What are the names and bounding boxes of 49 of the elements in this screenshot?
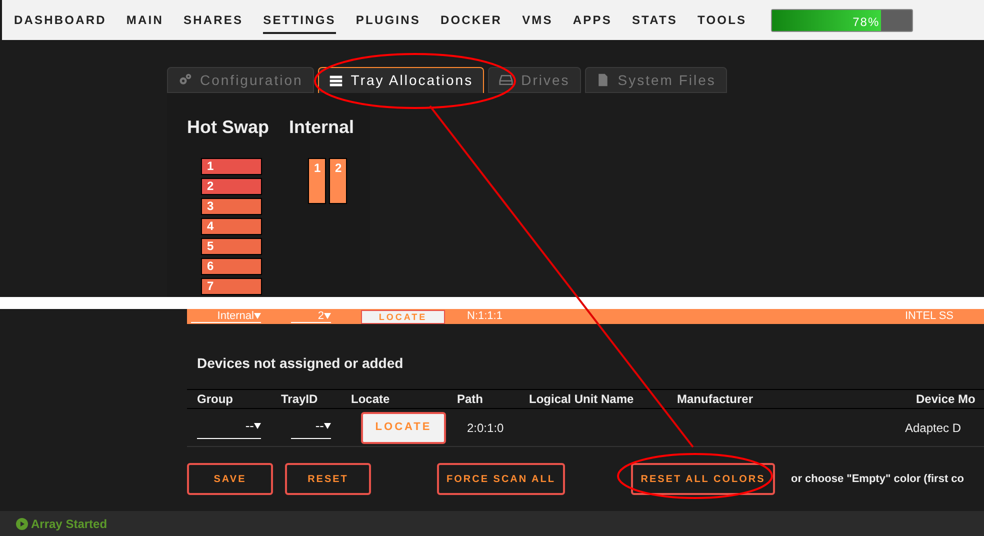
hint-text: or choose "Empty" color (first co bbox=[791, 472, 964, 487]
action-button[interactable]: SAVE bbox=[187, 463, 273, 495]
caret-icon bbox=[324, 313, 331, 319]
nav-link[interactable]: SHARES bbox=[183, 6, 244, 34]
select-value: -- bbox=[315, 417, 324, 436]
column-header: Manufacturer bbox=[677, 391, 754, 408]
column-header: Locate bbox=[351, 391, 391, 408]
nav-link[interactable]: STATS bbox=[632, 6, 678, 34]
column-header: TrayID bbox=[281, 391, 319, 408]
nav-link[interactable]: DOCKER bbox=[440, 6, 502, 34]
tray-select[interactable]: -- bbox=[291, 416, 331, 439]
action-button[interactable]: FORCE SCAN ALL bbox=[437, 463, 565, 495]
tray-title: Hot Swap bbox=[187, 116, 270, 138]
file-icon bbox=[596, 73, 610, 87]
action-button[interactable]: RESET bbox=[285, 463, 371, 495]
status-text: Array Started bbox=[31, 516, 108, 532]
select-value: Internal bbox=[217, 310, 254, 322]
play-icon bbox=[16, 518, 28, 530]
tray-slot[interactable]: 1 bbox=[201, 158, 262, 175]
column-header: Group bbox=[197, 391, 234, 408]
nav-link[interactable]: VMS bbox=[522, 6, 553, 34]
caret-icon bbox=[254, 313, 261, 319]
column-header: Device Mo bbox=[916, 391, 976, 408]
device-model-cell-text: Adaptec D bbox=[905, 420, 962, 436]
column-header: Logical Unit Name bbox=[529, 391, 635, 408]
path-cell-text: N:1:1:1 bbox=[467, 309, 504, 324]
nav-link[interactable]: MAIN bbox=[126, 6, 164, 34]
section-title: Devices not assigned or added bbox=[197, 354, 404, 373]
tray-title: Internal bbox=[289, 116, 354, 138]
tray-slot[interactable]: 2 bbox=[201, 178, 262, 195]
group-select[interactable]: -- bbox=[197, 416, 261, 439]
gears-icon bbox=[178, 73, 192, 87]
drive-icon bbox=[499, 73, 514, 87]
nav-link[interactable]: SETTINGS bbox=[263, 6, 336, 34]
path-cell-text: 2:0:1:0 bbox=[467, 420, 505, 436]
usage-reading: 78% bbox=[852, 14, 880, 30]
tab[interactable]: Tray Allocations bbox=[318, 67, 484, 93]
nav-link[interactable]: DASHBOARD bbox=[14, 6, 106, 34]
nav-link[interactable]: PLUGINS bbox=[356, 6, 420, 34]
select-value: -- bbox=[245, 417, 254, 436]
column-header: Path bbox=[457, 391, 484, 408]
device-model-cell-text: INTEL SS bbox=[905, 309, 954, 324]
action-button[interactable]: RESET ALL COLORS bbox=[631, 463, 775, 495]
nav-link[interactable]: APPS bbox=[572, 6, 612, 34]
caret-icon bbox=[254, 423, 261, 429]
nav-link[interactable]: TOOLS bbox=[698, 6, 747, 34]
select-value: 2 bbox=[318, 310, 324, 322]
caret-icon bbox=[324, 423, 331, 429]
server-icon bbox=[328, 74, 343, 88]
